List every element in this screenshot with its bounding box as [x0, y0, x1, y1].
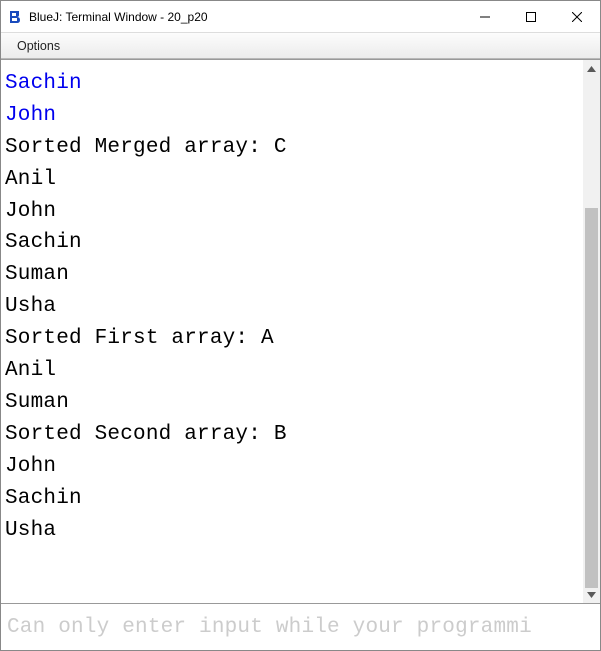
- menubar: Options: [1, 33, 600, 59]
- terminal-area: UshaSachinJohnSorted Merged array: CAnil…: [1, 59, 600, 604]
- scroll-thumb[interactable]: [585, 208, 598, 588]
- titlebar: BlueJ: Terminal Window - 20_p20: [1, 1, 600, 33]
- terminal-line: Sorted Merged array: C: [5, 132, 579, 164]
- scroll-up-icon[interactable]: [583, 60, 600, 77]
- scroll-down-icon[interactable]: [583, 586, 600, 603]
- terminal-line: Suman: [5, 387, 579, 419]
- terminal-line: Suman: [5, 259, 579, 291]
- window-title: BlueJ: Terminal Window - 20_p20: [29, 10, 462, 24]
- input-placeholder: Can only enter input while your programm…: [7, 616, 532, 639]
- window-controls: [462, 1, 600, 32]
- terminal-line: Anil: [5, 355, 579, 387]
- terminal-line: Anil: [5, 164, 579, 196]
- terminal-line: Sachin: [5, 68, 579, 100]
- terminal-line: Usha: [5, 291, 579, 323]
- terminal-line: John: [5, 196, 579, 228]
- terminal-line: Sorted First array: A: [5, 323, 579, 355]
- terminal-line: Sachin: [5, 227, 579, 259]
- terminal-line: Usha: [5, 515, 579, 547]
- menu-options[interactable]: Options: [11, 37, 66, 55]
- terminal-line: John: [5, 100, 579, 132]
- close-button[interactable]: [554, 1, 600, 32]
- scrollbar[interactable]: [583, 60, 600, 603]
- terminal-line: Sachin: [5, 483, 579, 515]
- maximize-button[interactable]: [508, 1, 554, 32]
- terminal-line: John: [5, 451, 579, 483]
- minimize-button[interactable]: [462, 1, 508, 32]
- terminal-line: Sorted Second array: B: [5, 419, 579, 451]
- input-area: Can only enter input while your programm…: [1, 604, 600, 650]
- terminal-output[interactable]: UshaSachinJohnSorted Merged array: CAnil…: [1, 59, 583, 547]
- bluej-icon: [7, 9, 23, 25]
- terminal-line: Usha: [5, 59, 579, 68]
